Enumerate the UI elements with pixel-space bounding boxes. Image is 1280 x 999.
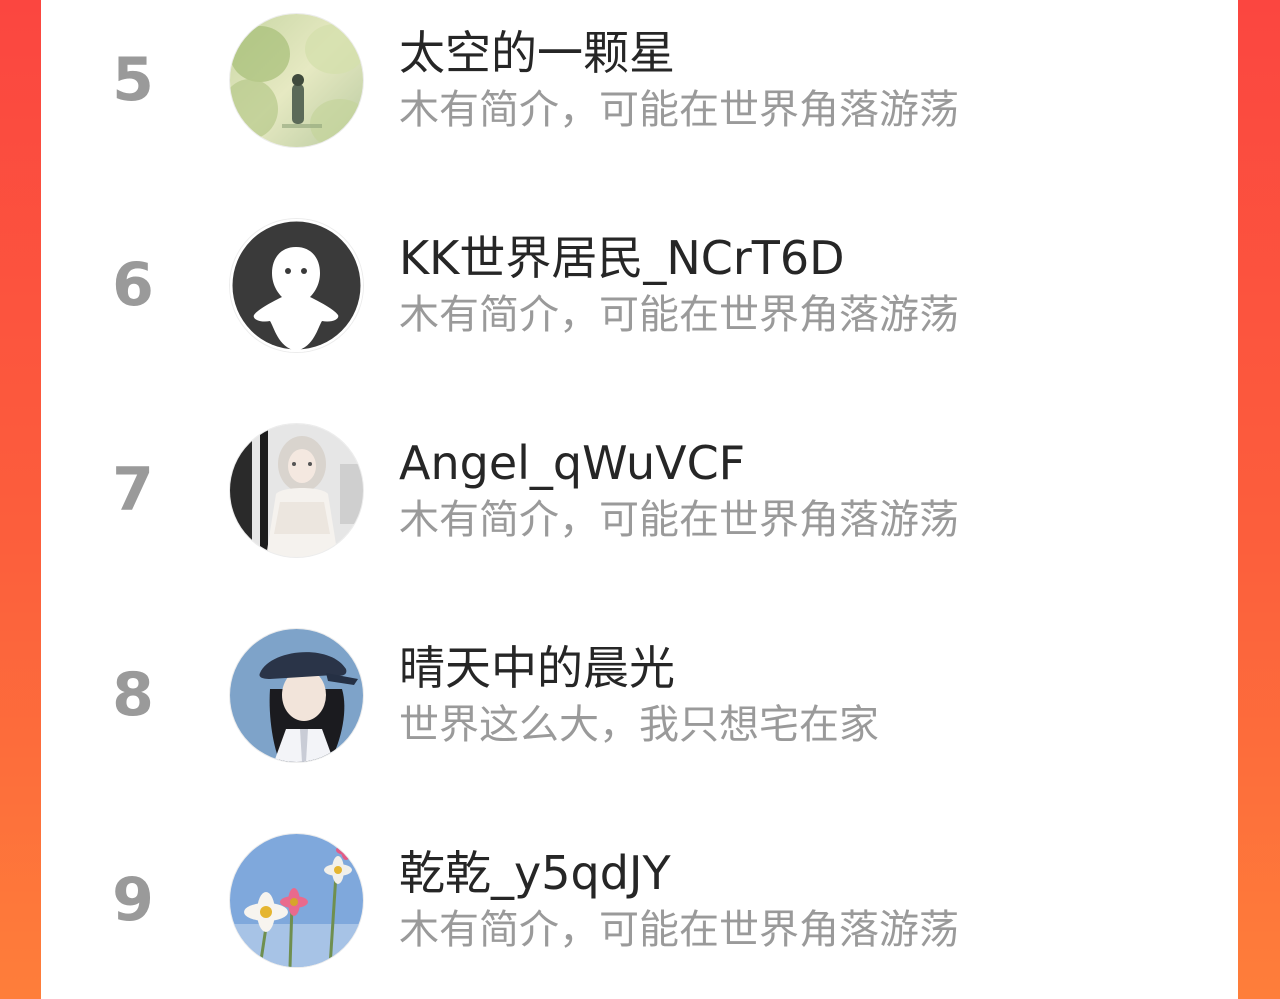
ranking-list: 5 太空的一颗星 木有简介，可能在世界角落游荡 6 KK世界居民_NCrT6D …: [41, 0, 1238, 999]
user-bio: 木有简介，可能在世界角落游荡: [399, 907, 959, 953]
user-name[interactable]: KK世界居民_NCrT6D: [399, 228, 845, 288]
user-name[interactable]: 太空的一颗星: [399, 23, 675, 83]
user-name[interactable]: Angel_qWuVCF: [399, 433, 745, 493]
user-bio: 世界这么大，我只想宅在家: [399, 702, 879, 748]
list-item[interactable]: 9 乾乾_y5qdJY 木有简介，可能在世界角落游荡: [41, 825, 1238, 975]
rank-number: 8: [112, 660, 154, 730]
rank-number: 5: [112, 45, 154, 115]
avatar[interactable]: [230, 424, 363, 557]
rank-number: 9: [112, 865, 154, 935]
avatar[interactable]: [230, 834, 363, 967]
user-bio: 木有简介，可能在世界角落游荡: [399, 87, 959, 133]
avatar[interactable]: [230, 219, 363, 352]
user-name[interactable]: 乾乾_y5qdJY: [399, 843, 671, 903]
girl-cap-illustration-avatar: [230, 629, 363, 762]
user-name[interactable]: 晴天中的晨光: [399, 638, 675, 698]
list-item[interactable]: 5 太空的一颗星 木有简介，可能在世界角落游荡: [41, 5, 1238, 155]
rank-number: 7: [112, 455, 154, 525]
flowers-sky-avatar: [230, 834, 363, 967]
landscape-painting-avatar: [230, 14, 363, 147]
rank-number: 6: [112, 250, 154, 320]
avatar[interactable]: [230, 629, 363, 762]
list-item[interactable]: 7 Angel_qWuVCF 木有简介，可能在世界角落游荡: [41, 415, 1238, 565]
girl-white-dress-avatar: [230, 424, 363, 557]
list-item[interactable]: 6 KK世界居民_NCrT6D 木有简介，可能在世界角落游荡: [41, 210, 1238, 360]
avatar[interactable]: [230, 14, 363, 147]
user-bio: 木有简介，可能在世界角落游荡: [399, 292, 959, 338]
default-ghost-avatar: [230, 219, 363, 352]
user-bio: 木有简介，可能在世界角落游荡: [399, 497, 959, 543]
list-item[interactable]: 8 晴天中的晨光 世界这么大，我只想宅在家: [41, 620, 1238, 770]
